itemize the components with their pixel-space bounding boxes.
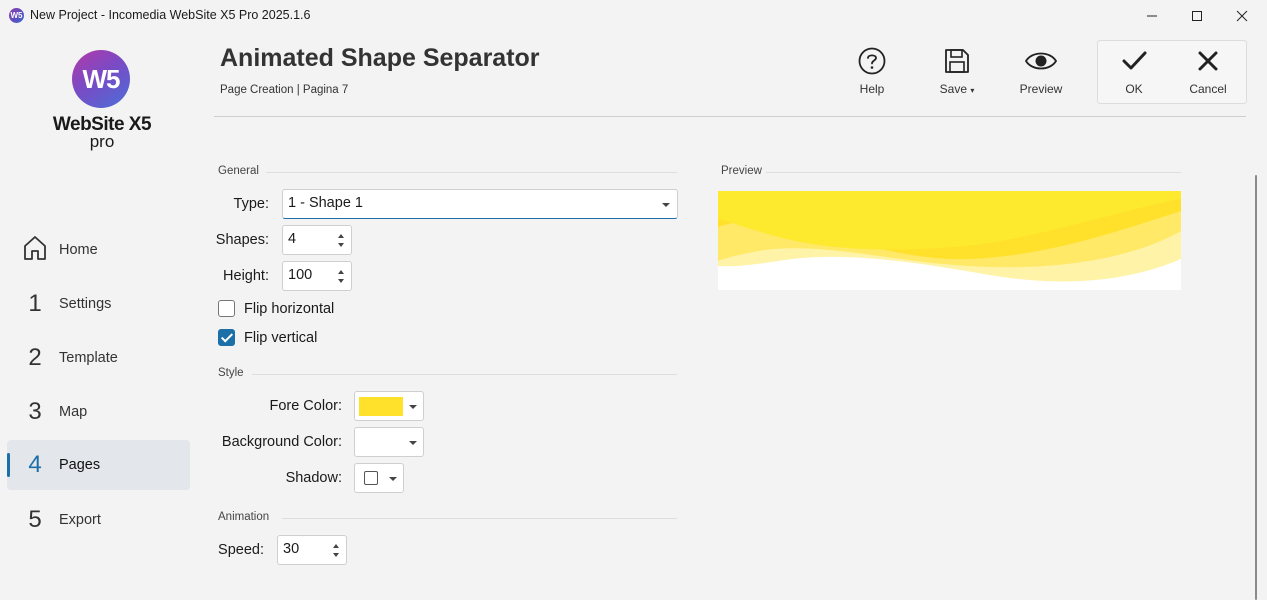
- sidebar-item-pages[interactable]: 4 Pages: [7, 440, 190, 490]
- stepper-down-icon[interactable]: [338, 279, 344, 283]
- maximize-button[interactable]: [1174, 0, 1220, 32]
- preview-label: Preview: [1019, 82, 1063, 96]
- save-icon: [945, 49, 969, 73]
- stepper-up-icon[interactable]: [338, 270, 344, 274]
- app-logo: W5 WebSite X5 pro: [50, 50, 160, 160]
- step-number: 5: [28, 506, 42, 533]
- shadow-checkbox[interactable]: [364, 471, 378, 485]
- window-title: New Project - Incomedia WebSite X5 Pro 2…: [30, 8, 311, 22]
- close-button[interactable]: [1219, 0, 1265, 32]
- cancel-button[interactable]: Cancel: [1187, 46, 1229, 102]
- flip-horizontal-label: Flip horizontal: [244, 301, 335, 317]
- section-animation: Animation: [218, 511, 270, 523]
- stepper-up-icon[interactable]: [338, 234, 344, 238]
- shapes-label: Shapes:: [215, 232, 269, 248]
- sidebar-item-settings[interactable]: 1 Settings: [7, 279, 190, 329]
- fore-color-label: Fore Color:: [269, 398, 342, 414]
- speed-stepper[interactable]: 30: [277, 535, 347, 565]
- stepper-down-icon[interactable]: [333, 553, 339, 557]
- breadcrumb: Page Creation | Pagina 7: [220, 84, 349, 96]
- section-divider: [252, 374, 677, 375]
- cancel-icon: [1198, 51, 1218, 71]
- speed-label: Speed:: [218, 542, 264, 558]
- scrollbar-thumb[interactable]: [1255, 175, 1257, 600]
- logo-edition: pro: [89, 132, 115, 151]
- step-number: 3: [28, 398, 42, 425]
- logo-mark: W5: [72, 50, 130, 108]
- type-label: Type:: [233, 196, 269, 212]
- help-button[interactable]: Help: [852, 46, 892, 102]
- preview-canvas: [718, 191, 1181, 290]
- sidebar-item-label: Home: [59, 242, 98, 258]
- preview-button[interactable]: Preview: [1016, 46, 1066, 102]
- step-number: 1: [28, 290, 42, 317]
- sidebar-item-template[interactable]: 2 Template: [7, 333, 190, 383]
- minimize-icon: [1147, 15, 1157, 17]
- stepper-down-icon[interactable]: [338, 243, 344, 247]
- section-divider: [266, 172, 677, 173]
- sidebar-item-label: Export: [59, 512, 101, 528]
- sidebar-item-label: Settings: [59, 296, 112, 312]
- height-stepper[interactable]: 100: [282, 261, 352, 291]
- shadow-dropdown[interactable]: [354, 463, 404, 493]
- type-select[interactable]: 1 - Shape 1: [282, 189, 678, 219]
- shapes-value: 4: [288, 231, 297, 247]
- help-icon: [858, 47, 886, 75]
- chevron-down-icon: [409, 405, 417, 409]
- ok-label: OK: [1125, 82, 1143, 96]
- ok-button[interactable]: OK: [1116, 46, 1152, 102]
- background-color-picker[interactable]: [354, 427, 424, 457]
- home-icon: [23, 235, 47, 268]
- sidebar-item-map[interactable]: 3 Map: [7, 387, 190, 437]
- step-number: 4: [28, 451, 42, 478]
- section-general: General: [218, 165, 259, 177]
- section-divider: [282, 518, 677, 519]
- sidebar-item-home[interactable]: Home: [7, 225, 190, 275]
- page-title: Animated Shape Separator: [220, 44, 540, 72]
- section-divider: [766, 172, 1181, 173]
- checkmark-icon: [1122, 51, 1147, 70]
- type-value: 1 - Shape 1: [288, 195, 363, 211]
- close-icon: [1236, 10, 1248, 22]
- section-style: Style: [218, 367, 244, 379]
- fore-color-swatch: [359, 397, 403, 416]
- sidebar-item-label: Pages: [59, 457, 101, 473]
- background-color-swatch: [359, 433, 403, 452]
- flip-vertical-label: Flip vertical: [244, 330, 318, 346]
- save-label: Save ▾: [939, 82, 975, 96]
- height-value: 100: [288, 267, 313, 283]
- flip-vertical-checkbox[interactable]: [218, 329, 235, 346]
- app-icon: W5: [9, 8, 24, 23]
- chevron-down-icon: [662, 203, 670, 207]
- height-label: Height:: [223, 268, 269, 284]
- stepper-up-icon[interactable]: [333, 544, 339, 548]
- cancel-label: Cancel: [1189, 82, 1227, 96]
- shadow-label: Shadow:: [285, 470, 342, 486]
- chevron-down-icon: [409, 441, 417, 445]
- sidebar-item-label: Template: [59, 350, 118, 366]
- background-color-label: Background Color:: [221, 434, 342, 450]
- step-number: 2: [28, 344, 42, 371]
- maximize-icon: [1192, 11, 1202, 21]
- title-bar: W5 New Project - Incomedia WebSite X5 Pr…: [0, 0, 1267, 32]
- header-divider: [214, 116, 1246, 117]
- minimize-button[interactable]: [1129, 0, 1175, 32]
- eye-icon: [1024, 52, 1058, 70]
- save-button[interactable]: Save ▾: [935, 46, 979, 102]
- sidebar-item-export[interactable]: 5 Export: [7, 495, 190, 545]
- speed-value: 30: [283, 541, 300, 557]
- help-label: Help: [859, 82, 885, 96]
- wave-shape-preview: [718, 191, 1181, 290]
- section-preview: Preview: [721, 165, 762, 177]
- chevron-down-icon: ▾: [970, 86, 975, 95]
- shapes-stepper[interactable]: 4: [282, 225, 352, 255]
- chevron-down-icon: [389, 477, 397, 481]
- flip-horizontal-checkbox[interactable]: [218, 300, 235, 317]
- fore-color-picker[interactable]: [354, 391, 424, 421]
- sidebar-item-label: Map: [59, 404, 88, 420]
